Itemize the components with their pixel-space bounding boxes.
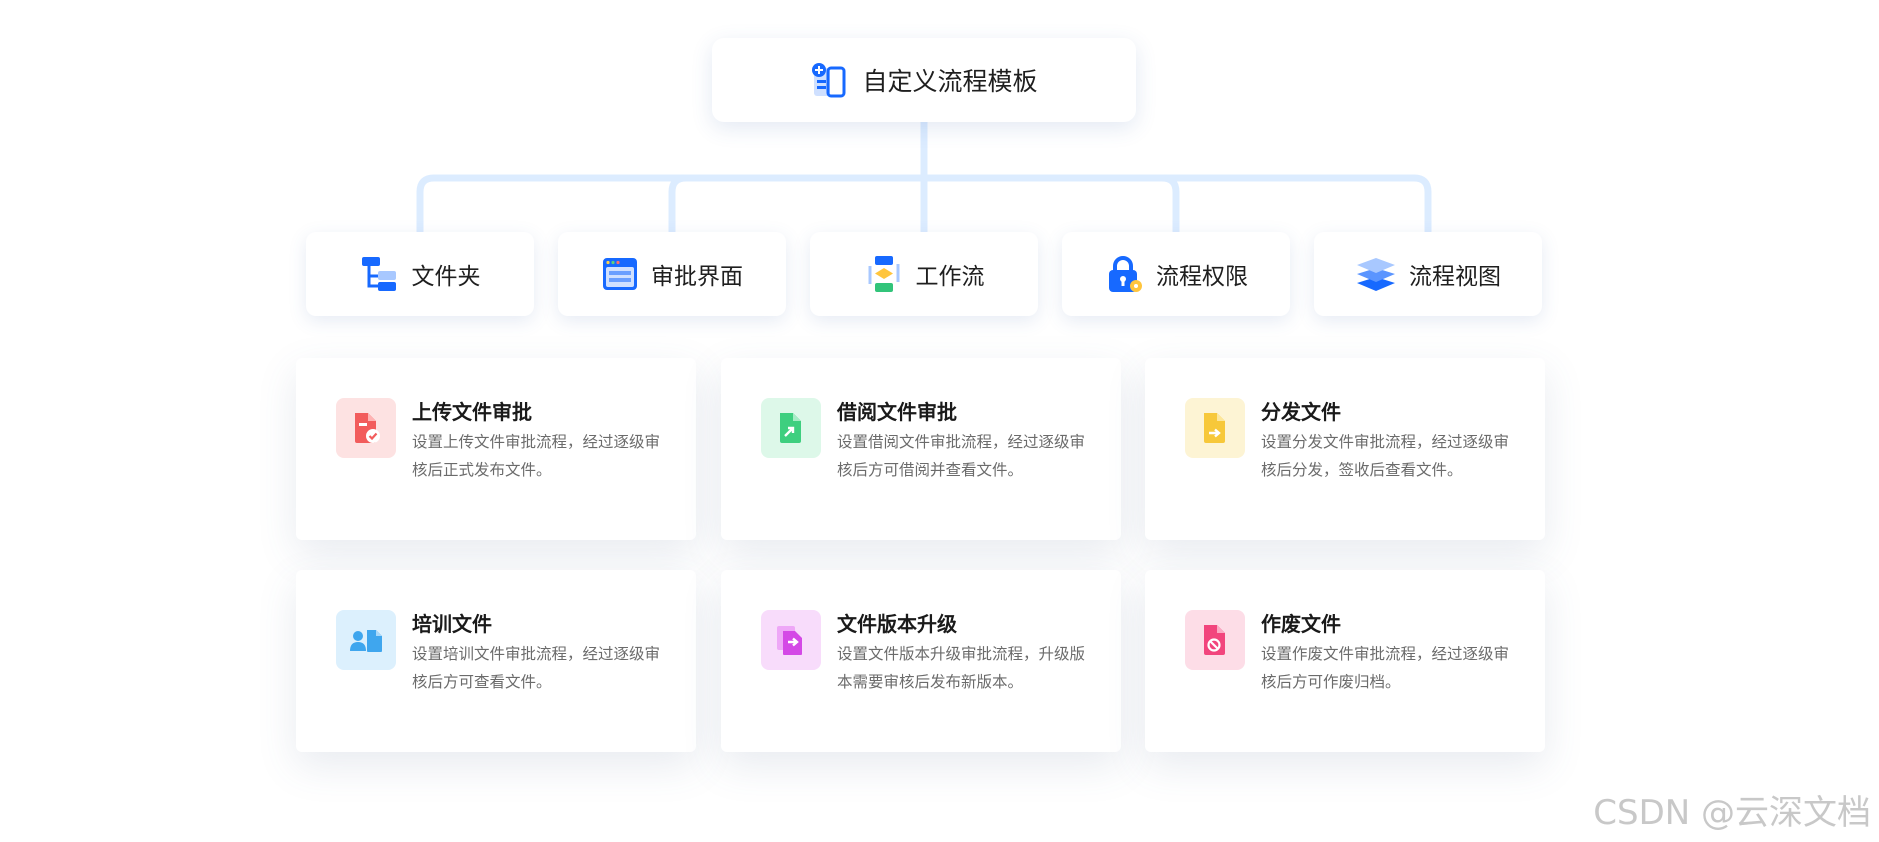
template-add-icon — [812, 63, 846, 98]
category-folder[interactable]: 文件夹 — [306, 232, 534, 316]
layers-icon — [1357, 258, 1395, 291]
card-description: 设置作废文件审批流程，经过逐级审核后方可作废归档。 — [1261, 645, 1510, 691]
category-label: 流程视图 — [1409, 264, 1501, 290]
category-label: 流程权限 — [1156, 264, 1248, 290]
category-label: 文件夹 — [411, 264, 481, 290]
icon-box — [336, 610, 396, 670]
root-node[interactable]: 自定义流程模板 — [712, 38, 1136, 122]
card-title: 借阅文件审批 — [837, 400, 957, 424]
card-description: 设置上传文件审批流程，经过逐级审核后正式发布文件。 — [412, 433, 661, 479]
card-title: 上传文件审批 — [412, 400, 532, 424]
icon-box — [761, 610, 821, 670]
card-description: 设置培训文件审批流程，经过逐级审核后方可查看文件。 — [412, 645, 661, 691]
category-label: 工作流 — [915, 264, 985, 290]
card-description: 设置分发文件审批流程，经过逐级审核后分发，签收后查看文件。 — [1261, 433, 1510, 479]
approval-window-icon — [603, 258, 637, 290]
card-version-upgrade[interactable]: 文件版本升级 设置文件版本升级审批流程，升级版本需要审核后发布新版本。 — [721, 570, 1121, 752]
card-title: 文件版本升级 — [837, 612, 957, 636]
card-void-file[interactable]: 作废文件 设置作废文件审批流程，经过逐级审核后方可作废归档。 — [1145, 570, 1545, 752]
training-user-icon — [350, 630, 382, 652]
root-title: 自定义流程模板 — [862, 67, 1038, 96]
icon-box — [1185, 398, 1245, 458]
card-upload-approval[interactable]: 上传文件审批 设置上传文件审批流程，经过逐级审核后正式发布文件。 — [296, 358, 696, 540]
card-title: 作废文件 — [1261, 612, 1341, 636]
category-workflow[interactable]: 工作流 — [810, 232, 1038, 316]
icon-box — [336, 398, 396, 458]
file-void-icon — [1204, 625, 1225, 655]
card-description: 设置借阅文件审批流程，经过逐级审核后方可借阅并查看文件。 — [837, 433, 1086, 479]
folder-tree-icon — [361, 257, 396, 291]
icon-box — [1185, 610, 1245, 670]
category-label: 审批界面 — [651, 264, 743, 290]
icon-box — [761, 398, 821, 458]
file-upgrade-icon — [777, 626, 802, 655]
category-view[interactable]: 流程视图 — [1314, 232, 1542, 316]
card-title: 培训文件 — [412, 612, 492, 636]
category-permission[interactable]: 流程权限 — [1062, 232, 1290, 316]
card-distribute-file[interactable]: 分发文件 设置分发文件审批流程，经过逐级审核后分发，签收后查看文件。 — [1145, 358, 1545, 540]
card-description: 设置文件版本升级审批流程，升级版本需要审核后发布新版本。 — [837, 645, 1086, 691]
lock-icon — [1109, 256, 1142, 292]
workflow-icon — [868, 256, 899, 292]
file-check-icon — [355, 413, 380, 443]
file-send-icon — [1204, 413, 1225, 443]
card-borrow-approval[interactable]: 借阅文件审批 设置借阅文件审批流程，经过逐级审核后方可借阅并查看文件。 — [721, 358, 1121, 540]
watermark: CSDN @云深文档 — [1593, 793, 1871, 833]
file-share-icon — [780, 413, 801, 443]
category-approval-ui[interactable]: 审批界面 — [558, 232, 786, 316]
card-training-file[interactable]: 培训文件 设置培训文件审批流程，经过逐级审核后方可查看文件。 — [296, 570, 696, 752]
card-title: 分发文件 — [1261, 400, 1341, 424]
